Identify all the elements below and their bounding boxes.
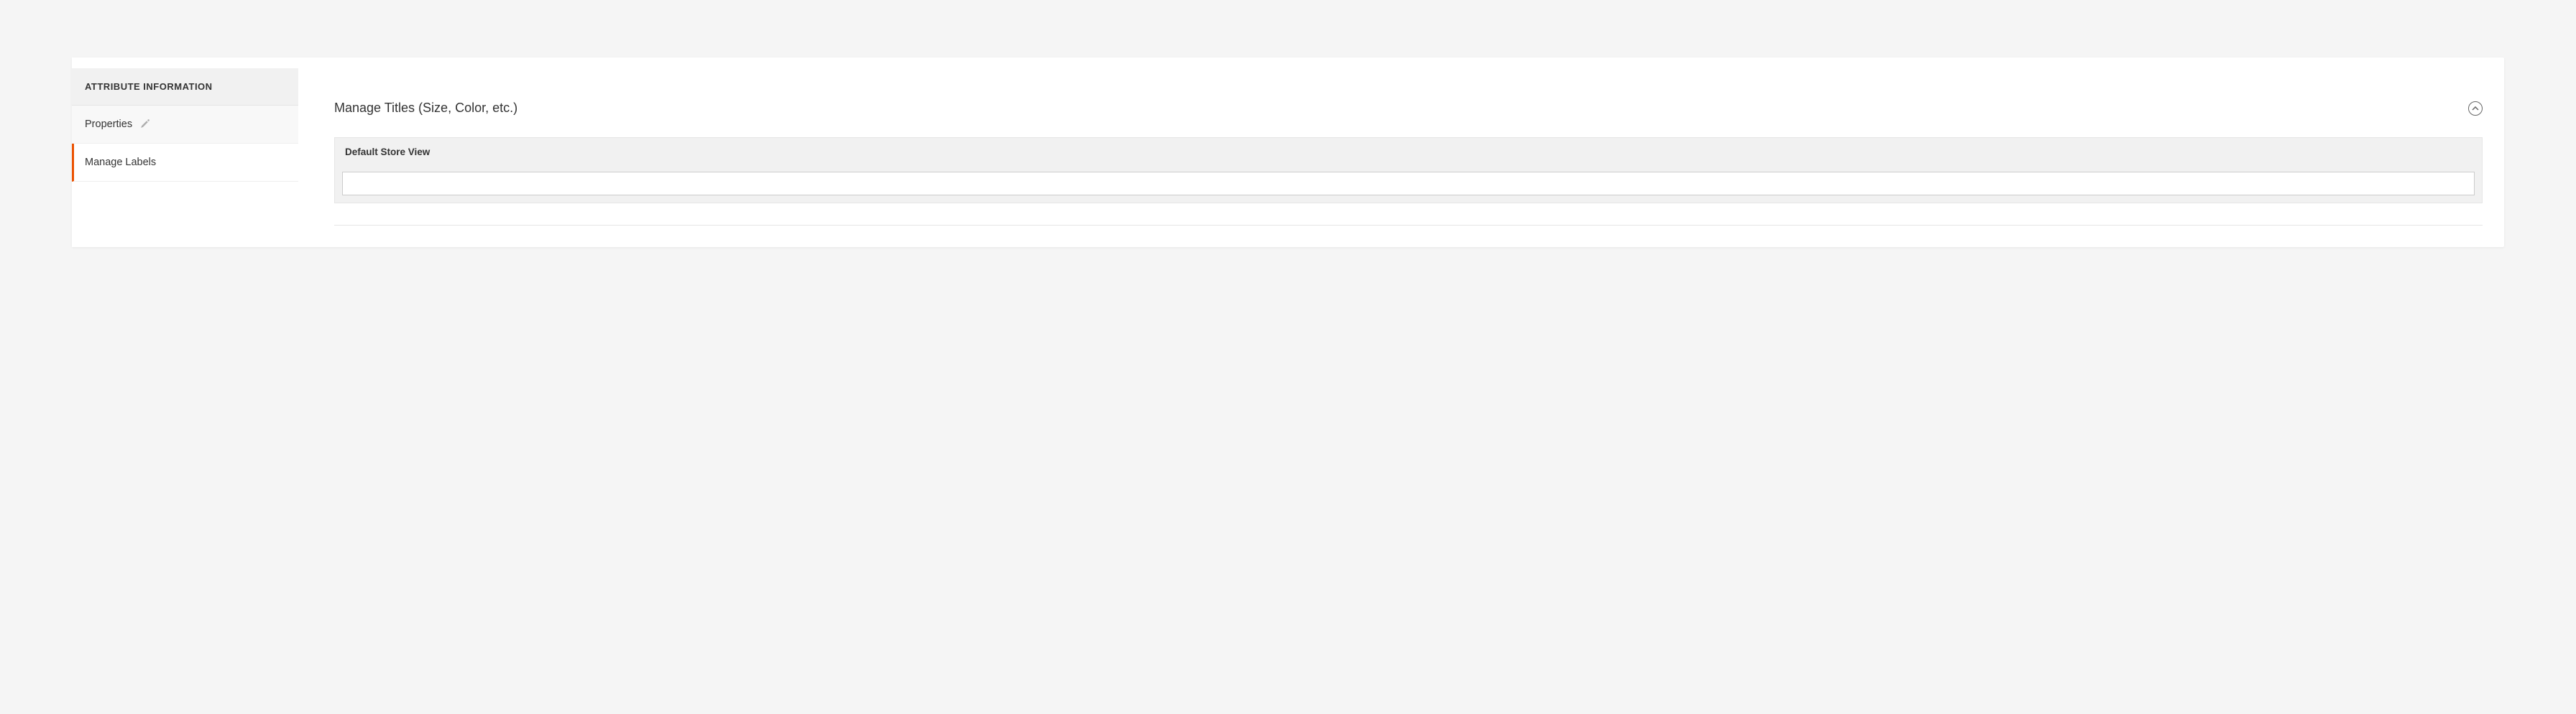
content-card: ATTRIBUTE INFORMATION Properties Manage … [72,57,2504,247]
sidebar-item-properties[interactable]: Properties [72,106,298,144]
collapse-toggle[interactable] [2468,101,2483,116]
sidebar-header-title: ATTRIBUTE INFORMATION [85,81,285,92]
sidebar-item-label: Manage Labels [85,157,156,168]
section-header: Manage Titles (Size, Color, etc.) [334,101,2483,116]
divider [334,225,2483,226]
sidebar-item-label: Properties [85,119,132,130]
pencil-icon [139,119,150,129]
table-column-header: Default Store View [335,138,2482,166]
sidebar-header: ATTRIBUTE INFORMATION [72,68,298,106]
table-row [335,166,2482,203]
page-container: ATTRIBUTE INFORMATION Properties Manage … [29,29,2547,276]
titles-table: Default Store View [334,137,2483,203]
sidebar-item-manage-labels[interactable]: Manage Labels [72,144,298,182]
store-view-title-input[interactable] [342,172,2475,195]
sidebar: ATTRIBUTE INFORMATION Properties Manage … [72,57,298,247]
chevron-up-icon [2472,106,2479,111]
main-content: Manage Titles (Size, Color, etc.) Defaul… [298,57,2504,247]
section-title: Manage Titles (Size, Color, etc.) [334,101,518,116]
